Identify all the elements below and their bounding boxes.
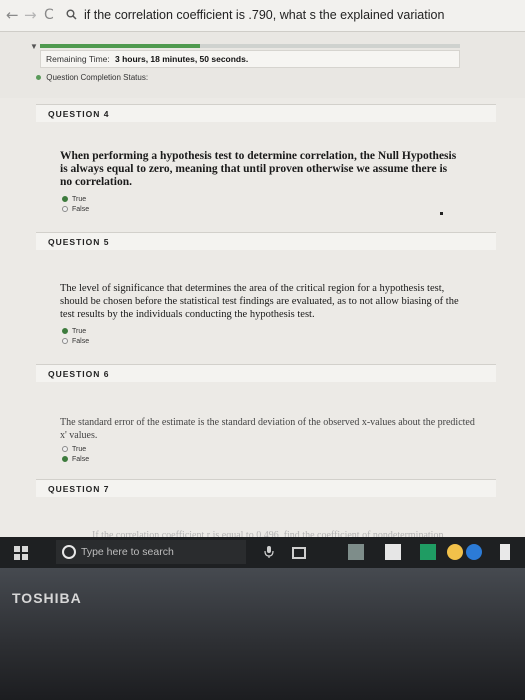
browser-toolbar: ← → C if the correlation coefficient is … — [0, 0, 525, 32]
back-arrow-icon[interactable]: ← — [6, 7, 19, 23]
file-app-icon[interactable] — [500, 544, 510, 560]
windows-start-icon[interactable] — [14, 546, 28, 560]
chrome-app-icon[interactable] — [447, 544, 463, 560]
option-label: False — [72, 338, 90, 345]
mouse-cursor — [440, 212, 443, 215]
forward-arrow-icon[interactable]: → — [24, 7, 37, 23]
question-5-option-true[interactable]: True — [62, 328, 86, 335]
question-4-header: QUESTION 4 — [36, 104, 496, 122]
windows-taskbar: Type here to search — [0, 537, 525, 568]
exam-status-area: ▼ Remaining Time: 3 hours, 18 minutes, 5… — [0, 32, 525, 98]
question-6-option-true[interactable]: True — [62, 446, 86, 453]
question-4-option-true[interactable]: True — [62, 196, 86, 203]
completion-status[interactable]: Question Completion Status: — [36, 73, 148, 82]
question-4-body: When performing a hypothesis test to det… — [36, 122, 496, 232]
radio-button[interactable] — [62, 456, 68, 463]
option-label: True — [72, 328, 87, 335]
timer-box: Remaining Time: 3 hours, 18 minutes, 50 … — [40, 50, 460, 68]
address-bar[interactable]: if the correlation coefficient is .790, … — [84, 8, 444, 22]
question-5-text: The level of significance that determine… — [60, 283, 459, 320]
microphone-icon[interactable] — [262, 545, 276, 559]
option-label: False — [72, 206, 90, 213]
collapse-caret-icon[interactable]: ▼ — [30, 42, 38, 51]
question-5-body: The level of significance that determine… — [36, 250, 496, 360]
laptop-brand-logo: TOSHIBA — [12, 590, 82, 606]
question-6-option-false[interactable]: False — [62, 456, 89, 463]
option-label: False — [72, 456, 90, 463]
laptop-bezel: TOSHIBA — [0, 568, 525, 700]
question-6-title: QUESTION 6 — [48, 369, 110, 379]
screen: ← → C if the correlation coefficient is … — [0, 0, 525, 568]
radio-button[interactable] — [62, 328, 68, 335]
radio-button[interactable] — [62, 206, 68, 213]
store-app-icon[interactable] — [385, 544, 401, 560]
time-progress-bar — [40, 44, 460, 48]
question-6-body: The standard error of the estimate is th… — [36, 382, 496, 474]
status-expand-icon — [36, 75, 41, 81]
radio-button[interactable] — [62, 338, 68, 345]
question-5-title: QUESTION 5 — [48, 237, 110, 247]
taskbar-search-placeholder: Type here to search — [81, 546, 174, 558]
question-4-option-false[interactable]: False — [62, 206, 89, 213]
time-progress-fill — [40, 44, 200, 48]
question-6-text: The standard error of the estimate is th… — [60, 417, 475, 441]
question-7-title: QUESTION 7 — [48, 484, 110, 494]
cortana-icon — [62, 545, 76, 559]
completion-status-label: Question Completion Status: — [46, 73, 149, 82]
question-5-header: QUESTION 5 — [36, 232, 496, 250]
green-app-icon[interactable] — [420, 544, 436, 560]
radio-button[interactable] — [62, 446, 68, 453]
option-label: True — [72, 446, 87, 453]
timer-value: 3 hours, 18 minutes, 50 seconds. — [115, 54, 249, 64]
question-7-header: QUESTION 7 — [36, 479, 496, 497]
task-view-icon[interactable] — [292, 547, 306, 559]
question-4-title: QUESTION 4 — [48, 109, 110, 119]
radio-button[interactable] — [62, 196, 68, 203]
photos-app-icon[interactable] — [348, 544, 364, 560]
taskbar-search-box[interactable]: Type here to search — [56, 540, 246, 564]
question-5-option-false[interactable]: False — [62, 338, 89, 345]
search-icon — [66, 9, 77, 20]
option-label: True — [72, 196, 87, 203]
question-4-text: When performing a hypothesis test to det… — [60, 150, 457, 188]
reload-icon[interactable]: C — [44, 7, 54, 23]
question-6-header: QUESTION 6 — [36, 364, 496, 382]
timer-label: Remaining Time: — [46, 54, 110, 64]
blue-app-icon[interactable] — [466, 544, 482, 560]
